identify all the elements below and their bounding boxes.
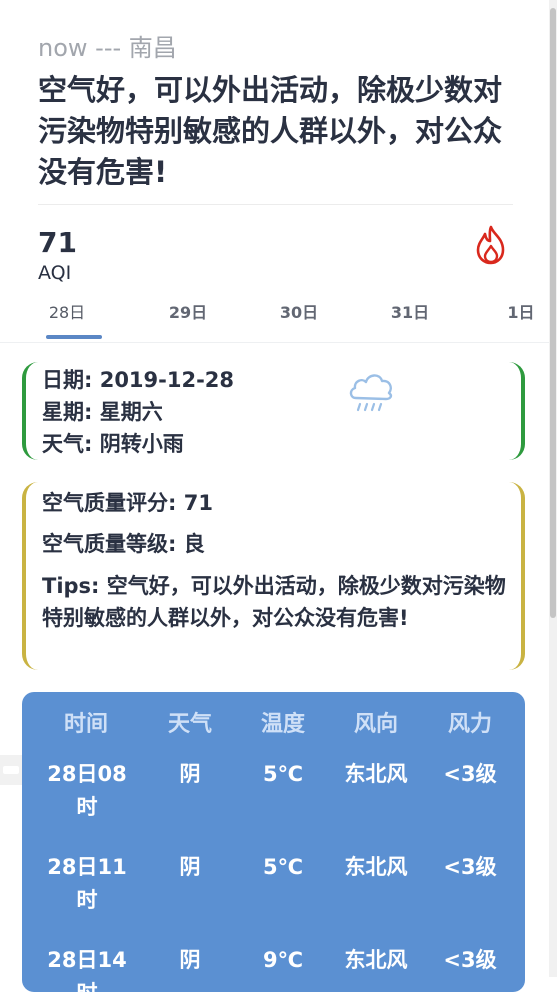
row-time: 28日14时 bbox=[47, 948, 127, 992]
header-time: 时间 bbox=[63, 712, 108, 737]
row-weather: 阴 bbox=[179, 762, 201, 786]
row-wind-power: <3级 bbox=[443, 855, 497, 879]
date-tabs: 28日 29日 30日 31日 1日 bbox=[0, 296, 557, 343]
row-weather: 阴 bbox=[179, 855, 201, 879]
header: now --- 南昌 空气好，可以外出活动，除极少数对污染物特别敏感的人群以外，… bbox=[38, 30, 513, 193]
aqi-value: 71 bbox=[38, 226, 77, 259]
aqi-label: AQI bbox=[38, 262, 72, 284]
row-temperature: 5℃ bbox=[262, 855, 304, 879]
row-wind-direction: 东北风 bbox=[344, 948, 408, 972]
air-quality-description: 空气好，可以外出活动，除极少数对污染物特别敏感的人群以外，对公众没有危害! bbox=[38, 73, 503, 189]
table-row: 28日14时 阴 9℃ 东北风 <3级 bbox=[22, 944, 525, 992]
air-quality-card: 空气质量评分: 71 空气质量等级: 良 Tips: 空气好，可以外出活动，除极… bbox=[22, 482, 525, 670]
row-temperature: 9℃ bbox=[262, 948, 304, 972]
quality-level-text: 空气质量等级: 良 bbox=[42, 532, 205, 556]
row-wind-power: <3级 bbox=[443, 948, 497, 972]
tab-30[interactable]: 30日 bbox=[254, 296, 344, 342]
header-wind-power: 风力 bbox=[447, 712, 492, 737]
rain-cloud-icon bbox=[349, 374, 393, 412]
row-temperature: 5℃ bbox=[262, 762, 304, 786]
row-wind-power: <3级 bbox=[443, 762, 497, 786]
tab-28[interactable]: 28日 bbox=[22, 296, 112, 342]
divider bbox=[38, 204, 513, 205]
tips-text: Tips: 空气好，可以外出活动，除极少数对污染物特别敏感的人群以外，对公众没有… bbox=[42, 574, 506, 630]
date-text: 日期: 2019-12-28 bbox=[42, 368, 235, 392]
header-temperature: 温度 bbox=[260, 712, 305, 737]
row-weather: 阴 bbox=[179, 948, 201, 972]
now-city-label: now --- 南昌 bbox=[38, 34, 177, 62]
header-wind-direction: 风向 bbox=[353, 712, 398, 737]
table-row: 28日11时 阴 5℃ 东北风 <3级 bbox=[22, 851, 525, 945]
vertical-scrollbar[interactable] bbox=[549, 0, 557, 977]
tab-1[interactable]: 1日 bbox=[476, 296, 557, 342]
row-wind-direction: 东北风 bbox=[344, 855, 408, 879]
table-row: 28日08时 阴 5℃ 东北风 <3级 bbox=[22, 758, 525, 852]
row-time: 28日11时 bbox=[47, 855, 127, 912]
row-time: 28日08时 bbox=[47, 762, 127, 819]
day-info-card: 日期: 2019-12-28 星期: 星期六 天气: 阴转小雨 bbox=[22, 362, 525, 460]
header-weather: 天气 bbox=[167, 712, 212, 737]
weekday-text: 星期: 星期六 bbox=[42, 400, 163, 424]
quality-score-text: 空气质量评分: 71 bbox=[42, 491, 213, 515]
fire-icon bbox=[476, 225, 505, 265]
weather-text: 天气: 阴转小雨 bbox=[42, 432, 184, 456]
hourly-forecast-table: 时间 天气 温度 风向 风力 28日08时 阴 5℃ 东北风 <3级 28日11… bbox=[22, 692, 525, 992]
scrollbar-thumb[interactable] bbox=[550, 8, 556, 618]
tab-29[interactable]: 29日 bbox=[143, 296, 233, 342]
row-wind-direction: 东北风 bbox=[344, 762, 408, 786]
tab-31[interactable]: 31日 bbox=[365, 296, 455, 342]
